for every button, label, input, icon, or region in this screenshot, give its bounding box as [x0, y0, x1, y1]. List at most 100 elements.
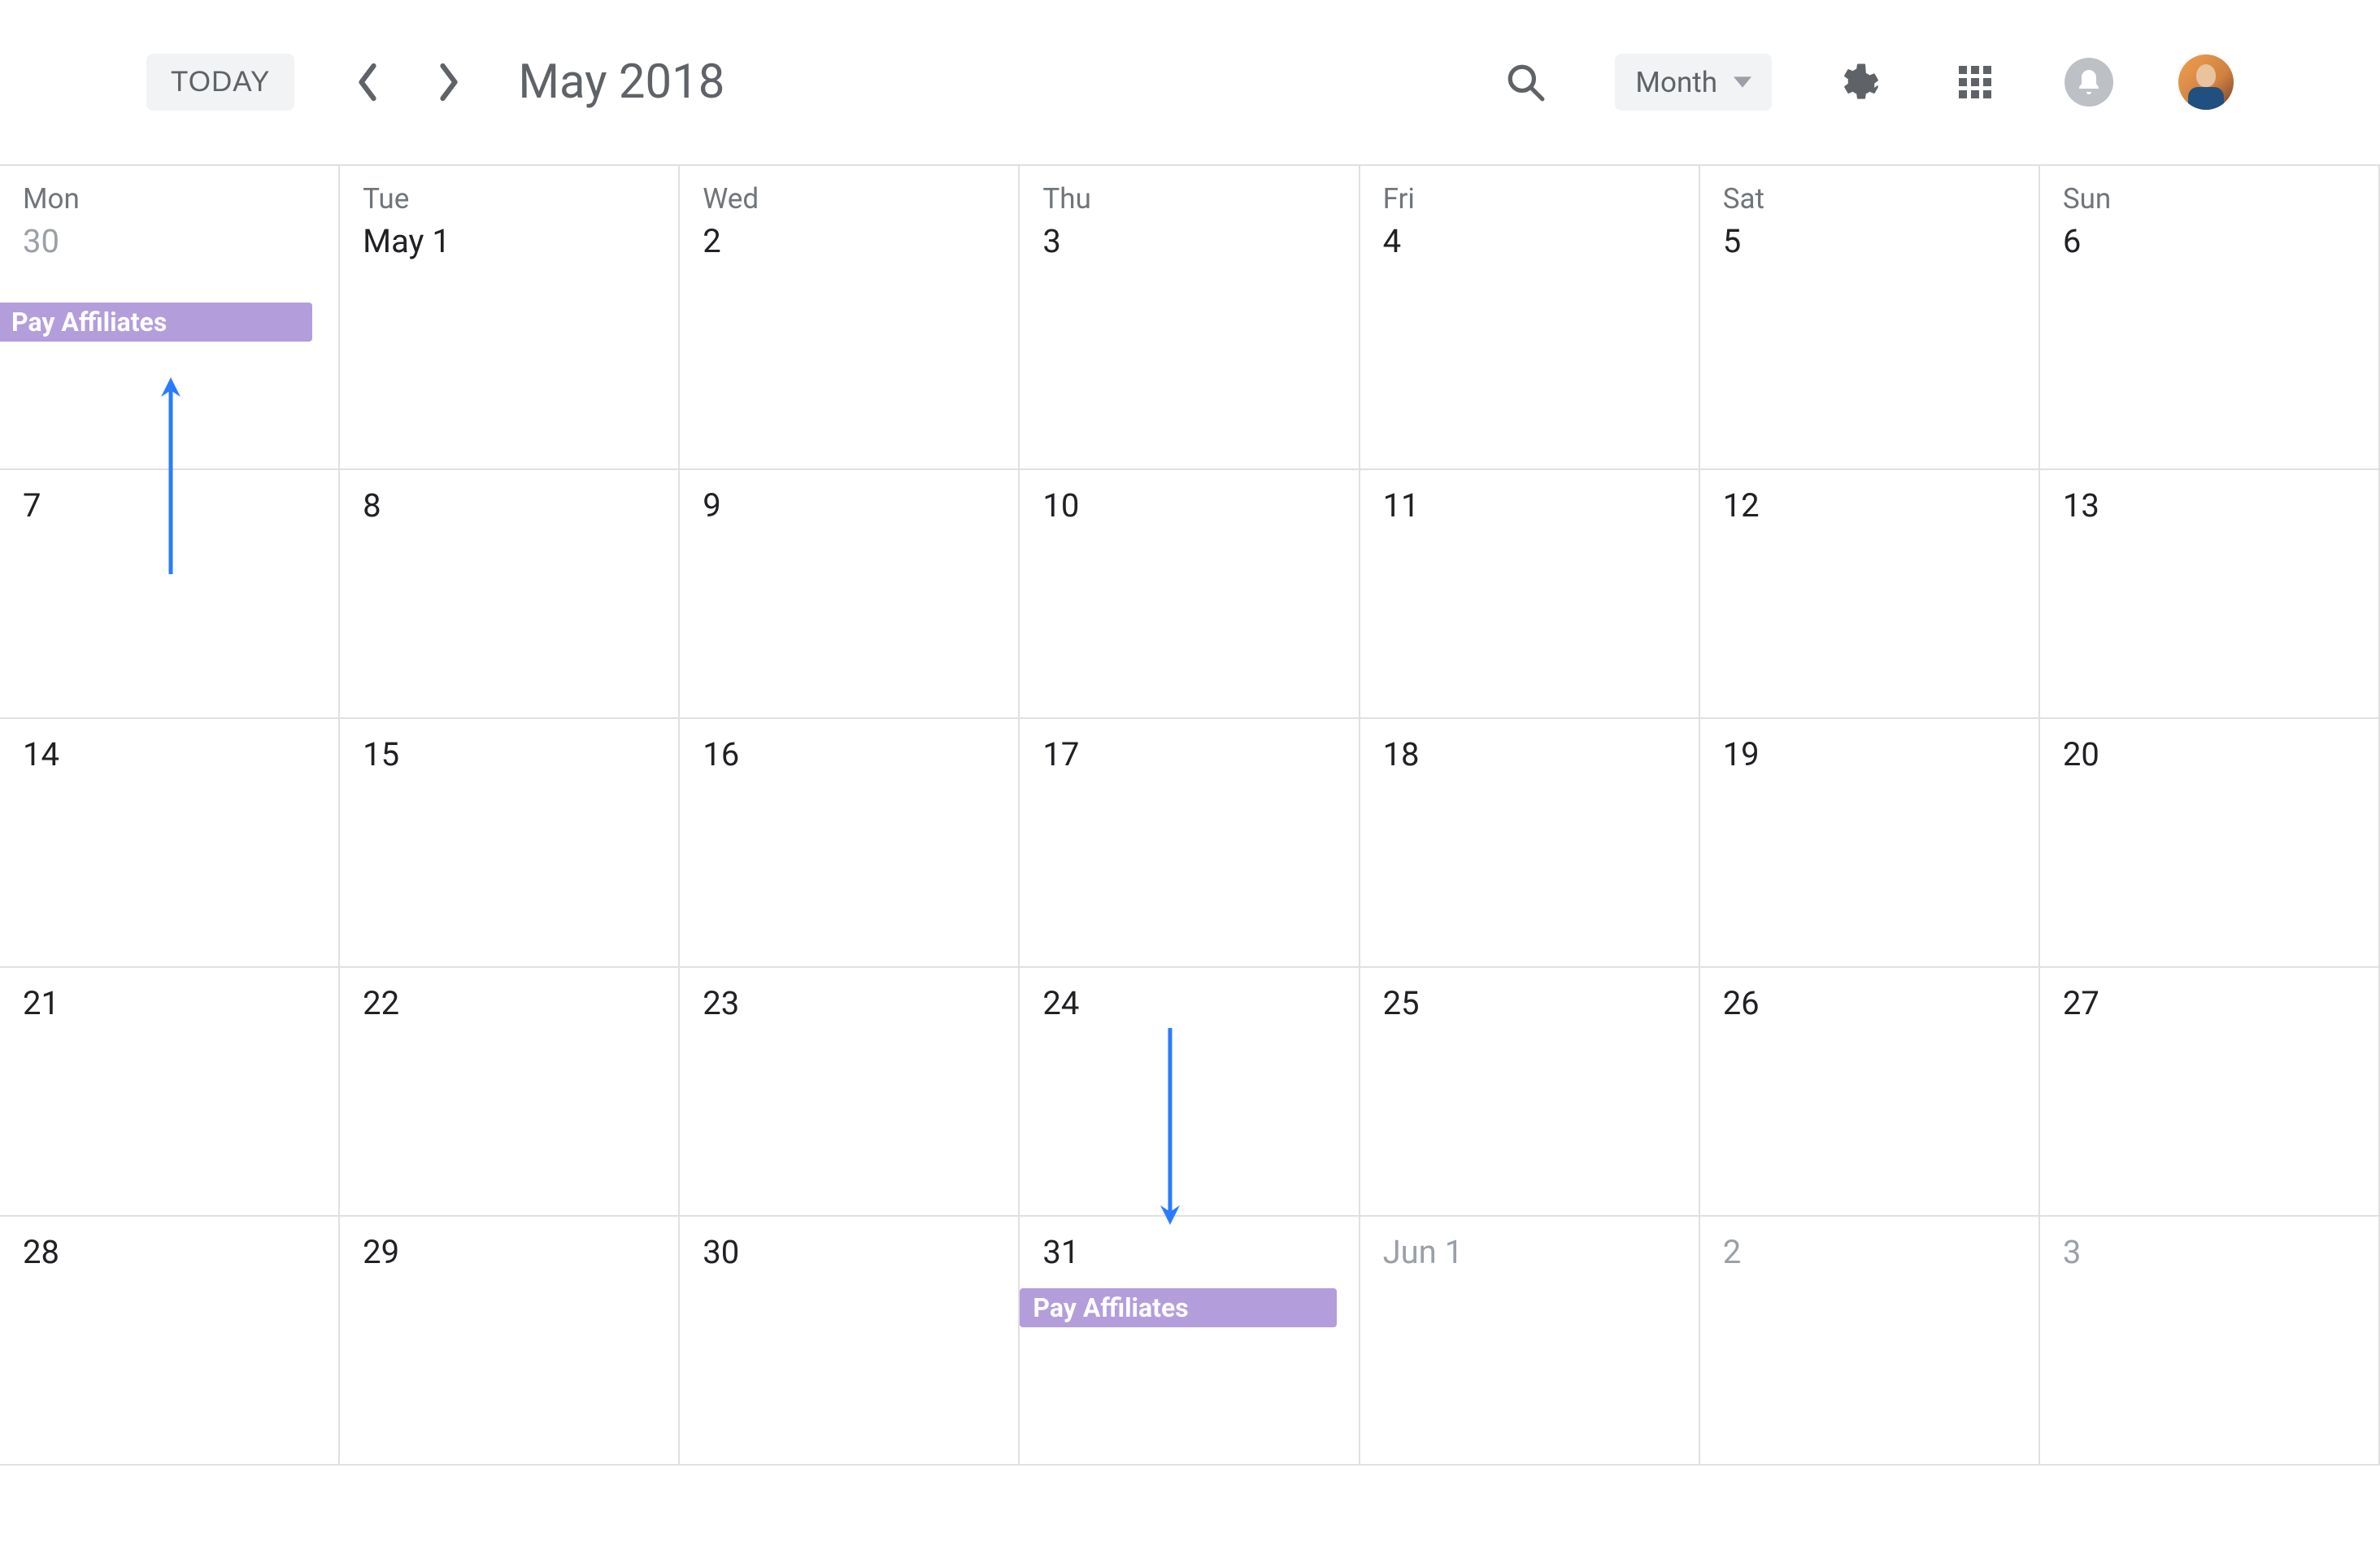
- day-cell[interactable]: 22: [340, 968, 680, 1217]
- day-number: 21: [23, 984, 315, 1022]
- day-number: 10: [1042, 486, 1335, 525]
- day-number: 4: [1383, 222, 1676, 260]
- chevron-left-icon: [355, 62, 380, 102]
- day-number: 13: [2063, 486, 2356, 525]
- day-number: 27: [2063, 984, 2356, 1022]
- day-cell[interactable]: 25: [1360, 968, 1700, 1217]
- search-button[interactable]: [1501, 58, 1550, 107]
- apps-button[interactable]: [1951, 58, 1999, 107]
- day-cell[interactable]: 20: [2040, 719, 2380, 968]
- view-select[interactable]: Month: [1615, 54, 1772, 111]
- day-cell[interactable]: Wed 2: [680, 166, 1020, 470]
- day-number: 2: [1723, 1233, 2016, 1271]
- day-cell[interactable]: 16: [680, 719, 1020, 968]
- day-number: May 1: [363, 222, 655, 260]
- day-cell[interactable]: Tue May 1: [340, 166, 680, 470]
- prev-month-button[interactable]: [343, 58, 392, 107]
- day-cell[interactable]: 27: [2040, 968, 2380, 1217]
- day-cell[interactable]: Sat 5: [1700, 166, 2040, 470]
- app: TODAY May 2018 Month: [0, 0, 2380, 1542]
- day-number: 28: [23, 1233, 315, 1271]
- day-number: 23: [703, 984, 995, 1022]
- day-number: 6: [2063, 222, 2356, 260]
- day-cell[interactable]: 11: [1360, 470, 1700, 719]
- day-number: 31: [1042, 1233, 1335, 1271]
- day-cell[interactable]: 18: [1360, 719, 1700, 968]
- day-cell[interactable]: Jun 1: [1360, 1217, 1700, 1466]
- day-cell[interactable]: 10: [1020, 470, 1360, 719]
- day-cell[interactable]: 23: [680, 968, 1020, 1217]
- settings-button[interactable]: [1837, 58, 1886, 107]
- day-number: 15: [363, 735, 655, 773]
- page-title: May 2018: [518, 54, 724, 110]
- day-number: 30: [23, 222, 315, 260]
- day-number: 26: [1723, 984, 2016, 1022]
- day-cell[interactable]: 7: [0, 470, 340, 719]
- day-number: 7: [23, 486, 315, 525]
- week-row-4: 21 22 23 24 25 26 27: [0, 968, 2380, 1217]
- day-number: 16: [703, 735, 995, 773]
- caret-down-icon: [1734, 76, 1751, 88]
- week-row-3: 14 15 16 17 18 19 20: [0, 719, 2380, 968]
- day-cell[interactable]: Mon 30 Pay Affiliates: [0, 166, 340, 470]
- day-cell[interactable]: 8: [340, 470, 680, 719]
- day-header: Fri: [1383, 182, 1676, 216]
- day-cell[interactable]: 15: [340, 719, 680, 968]
- day-cell[interactable]: Thu 3: [1020, 166, 1360, 470]
- view-select-label: Month: [1635, 66, 1717, 99]
- day-number: 22: [363, 984, 655, 1022]
- day-cell[interactable]: 31 Pay Affiliates: [1020, 1217, 1360, 1466]
- day-number: 9: [703, 486, 995, 525]
- day-cell[interactable]: 29: [340, 1217, 680, 1466]
- event-pay-affiliates-1[interactable]: Pay Affiliates: [0, 303, 312, 342]
- day-number: 30: [703, 1233, 995, 1271]
- day-cell[interactable]: 13: [2040, 470, 2380, 719]
- day-cell[interactable]: 24: [1020, 968, 1360, 1217]
- apps-icon: [1956, 63, 1995, 102]
- day-cell[interactable]: 3: [2040, 1217, 2380, 1466]
- day-number: 17: [1042, 735, 1335, 773]
- week-row-1: Mon 30 Pay Affiliates Tue May 1 Wed 2 Th…: [0, 166, 2380, 470]
- notifications-button[interactable]: [2065, 58, 2113, 107]
- week-row-5: 28 29 30 31 Pay Affiliates Jun 1 2 3: [0, 1217, 2380, 1466]
- avatar[interactable]: [2178, 54, 2234, 110]
- day-cell[interactable]: 19: [1700, 719, 2040, 968]
- day-number: 24: [1042, 984, 1335, 1022]
- day-number: 19: [1723, 735, 2016, 773]
- day-cell[interactable]: 26: [1700, 968, 2040, 1217]
- day-cell[interactable]: Fri 4: [1360, 166, 1700, 470]
- event-pay-affiliates-2[interactable]: Pay Affiliates: [1020, 1288, 1337, 1327]
- day-header: Sat: [1723, 182, 2016, 216]
- day-cell[interactable]: 12: [1700, 470, 2040, 719]
- day-number: 25: [1383, 984, 1676, 1022]
- day-header: Tue: [363, 182, 655, 216]
- day-cell[interactable]: 14: [0, 719, 340, 968]
- day-cell[interactable]: 17: [1020, 719, 1360, 968]
- day-cell[interactable]: 2: [1700, 1217, 2040, 1466]
- arrow-down-annotation: [1158, 1028, 1182, 1225]
- search-icon: [1505, 62, 1546, 102]
- day-number: 5: [1723, 222, 2016, 260]
- day-header: Sun: [2063, 182, 2356, 216]
- day-number: 18: [1383, 735, 1676, 773]
- day-cell[interactable]: 21: [0, 968, 340, 1217]
- next-month-button[interactable]: [424, 58, 473, 107]
- day-cell[interactable]: 9: [680, 470, 1020, 719]
- day-number: 14: [23, 735, 315, 773]
- day-header: Thu: [1042, 182, 1335, 216]
- chevron-right-icon: [437, 62, 461, 102]
- day-cell[interactable]: 28: [0, 1217, 340, 1466]
- calendar-grid: Mon 30 Pay Affiliates Tue May 1 Wed 2 Th…: [0, 164, 2380, 1466]
- today-button[interactable]: TODAY: [146, 54, 294, 111]
- day-number: 29: [363, 1233, 655, 1271]
- day-cell[interactable]: Sun 6: [2040, 166, 2380, 470]
- nav-arrows: [343, 58, 473, 107]
- header: TODAY May 2018 Month: [0, 0, 2380, 164]
- gear-icon: [1840, 61, 1882, 103]
- day-number: Jun 1: [1383, 1233, 1676, 1271]
- day-cell[interactable]: 30: [680, 1217, 1020, 1466]
- day-number: 8: [363, 486, 655, 525]
- day-header: Mon: [23, 182, 315, 216]
- day-number: 2: [703, 222, 995, 260]
- day-number: 3: [1042, 222, 1335, 260]
